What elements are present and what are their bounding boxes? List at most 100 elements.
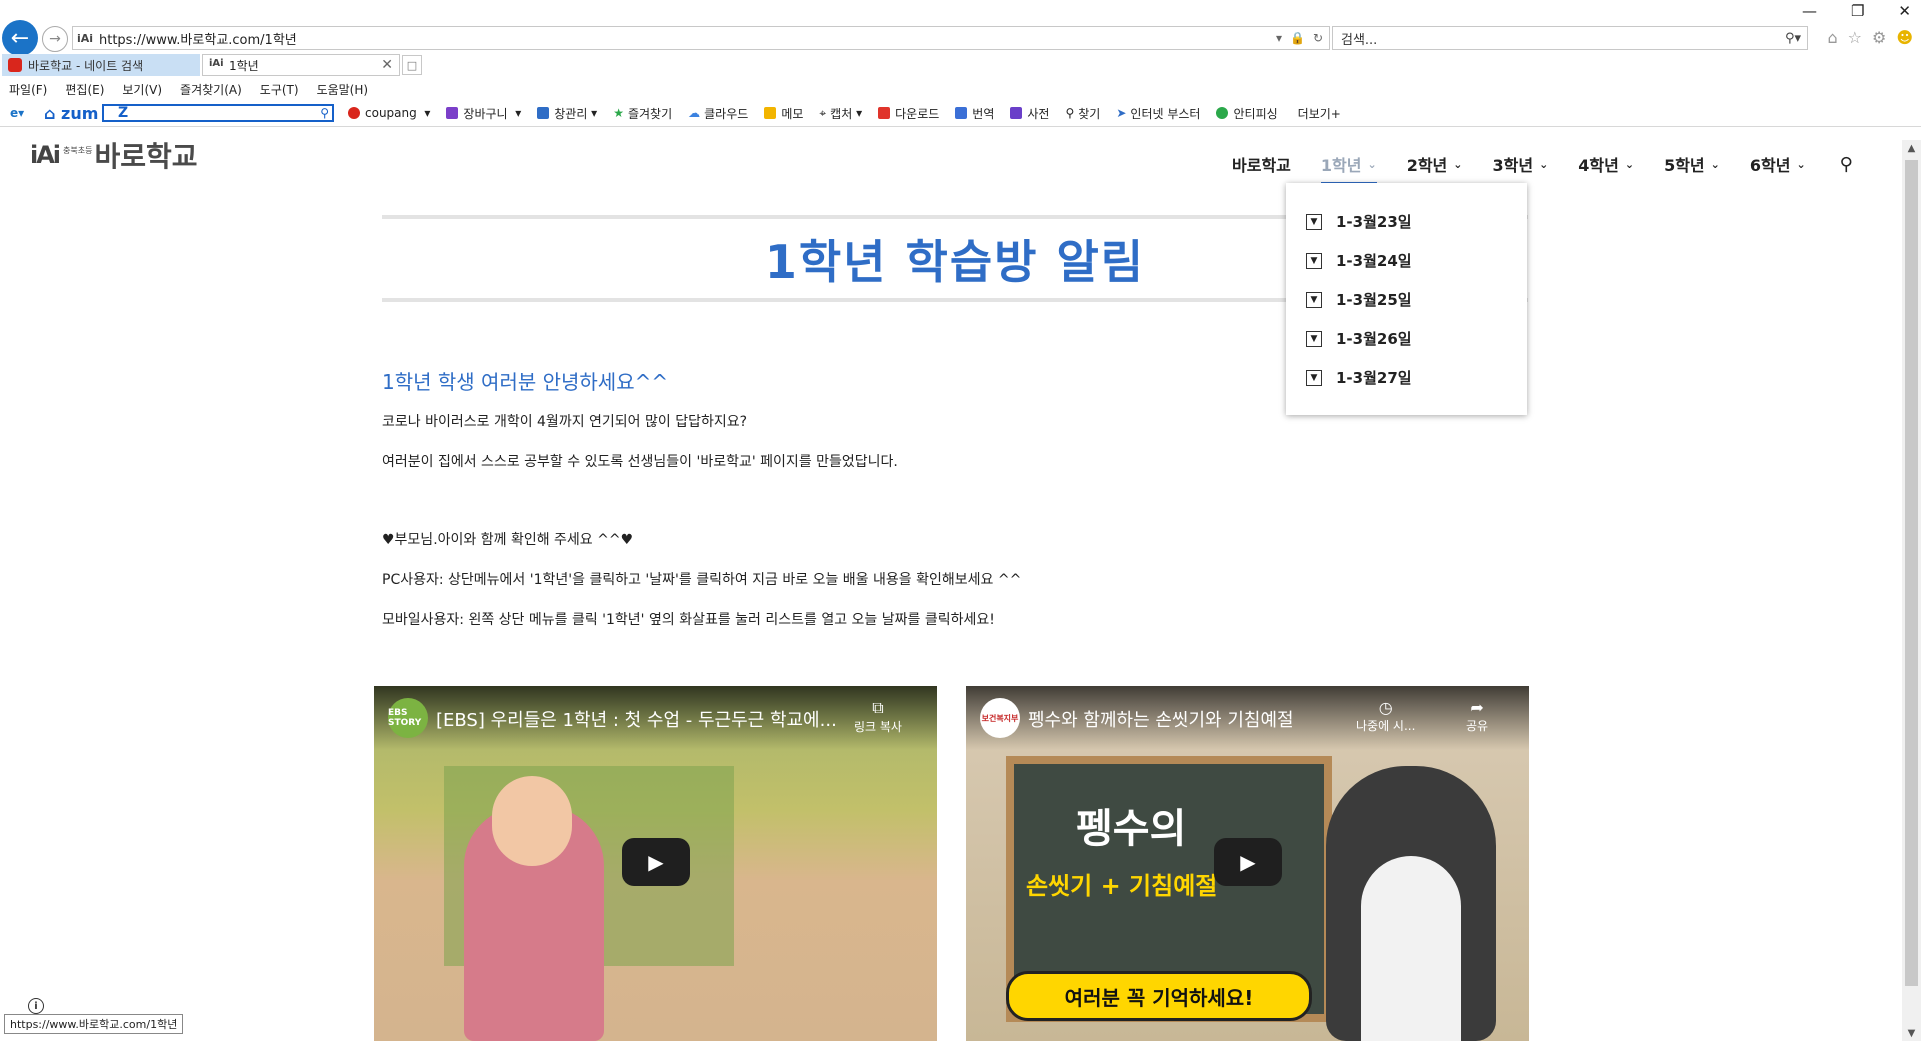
smiley-icon[interactable]: ☻	[1896, 28, 1913, 47]
chevron-down-icon: ⌄	[1710, 157, 1720, 171]
video-title[interactable]: [EBS] 우리들은 1학년 : 첫 수업 - 두근두근 학교에...	[436, 706, 837, 732]
nav-grade3[interactable]: 3학년 ⌄	[1492, 152, 1548, 176]
menu-file[interactable]: 파일(F)	[0, 81, 56, 98]
scroll-down-icon[interactable]: ▼	[1902, 1025, 1921, 1041]
channel-avatar[interactable]: EBS STORY	[388, 698, 428, 738]
toolbar-label: 안티피싱	[1233, 106, 1278, 121]
video-pengsoo-handwashing[interactable]: 펭수의 손씻기 + 기침예절 여러분 꼭 기억하세요! 보건복지부 펭수와 함께…	[966, 686, 1529, 1041]
tab-close-icon[interactable]: ✕	[381, 57, 393, 73]
refresh-icon[interactable]: ↻	[1313, 31, 1323, 45]
page-scrollbar[interactable]: ▲ ▼	[1902, 140, 1921, 1041]
scroll-up-icon[interactable]: ▲	[1902, 140, 1921, 156]
dropdown-label: 1-3월27일	[1336, 369, 1412, 387]
nav-label: 6학년	[1749, 156, 1791, 175]
toolbar-window-manager[interactable]: 창관리 ▾	[537, 105, 597, 122]
dropdown-item-0323[interactable]: ▼ 1-3월23일	[1306, 211, 1412, 232]
tab-label: 1학년	[229, 58, 259, 73]
expand-icon[interactable]: ▼	[1306, 252, 1322, 269]
restore-icon[interactable]: ❐	[1851, 2, 1864, 20]
favorites-star-icon[interactable]: ☆	[1848, 28, 1862, 47]
site-logo[interactable]: iAi 충북초등 바로학교	[30, 135, 198, 175]
ie-logo-icon[interactable]: e▾	[10, 106, 40, 120]
nav-grade2[interactable]: 2학년 ⌄	[1407, 152, 1463, 176]
zum-home-button[interactable]: ⌂ zum	[44, 104, 102, 123]
dropdown-icon[interactable]: ▾	[1276, 31, 1282, 45]
tab-nate-search[interactable]: 바로학교 - 네이트 검색	[2, 54, 200, 76]
search-placeholder: 검색...	[1341, 32, 1378, 48]
nav-grade4[interactable]: 4학년 ⌄	[1578, 152, 1634, 176]
menu-help[interactable]: 도움말(H)	[308, 81, 378, 98]
play-button[interactable]: ▶	[622, 838, 690, 886]
toolbar-capture[interactable]: ⌖ 캡처 ▾	[819, 105, 862, 122]
nav-grade6[interactable]: 6학년 ⌄	[1750, 152, 1806, 176]
home-icon[interactable]: ⌂	[1827, 28, 1837, 47]
minimize-icon[interactable]: —	[1802, 2, 1817, 20]
toolbar-more[interactable]: 더보기+	[1298, 105, 1341, 122]
menu-tools[interactable]: 도구(T)	[251, 81, 308, 98]
video-ebs-first-class[interactable]: EBS STORY [EBS] 우리들은 1학년 : 첫 수업 - 두근두근 학…	[374, 686, 937, 1041]
expand-icon[interactable]: ▼	[1306, 330, 1322, 347]
back-button[interactable]: ←	[2, 20, 38, 56]
close-icon[interactable]: ✕	[1898, 2, 1911, 20]
nav-label: 3학년	[1492, 156, 1534, 175]
coupang-icon	[348, 107, 360, 119]
nav-label: 1학년	[1320, 156, 1362, 175]
tab-grade1[interactable]: iAi 1학년 ✕	[202, 54, 400, 76]
new-tab-icon: □	[406, 58, 418, 72]
video-title[interactable]: 펭수와 함께하는 손씻기와 기침예절	[1028, 706, 1294, 732]
zum-toolbar: e▾ ⌂ zum Z ⚲ coupang ▾ 장바구니 ▾ 창관리 ▾ ★ 즐겨찾…	[0, 101, 1921, 125]
expand-icon[interactable]: ▼	[1306, 291, 1322, 308]
window-controls: — ❐ ✕	[1802, 2, 1911, 20]
address-bar[interactable]: iAi https://www.바로학교.com/1학년 ▾ 🔒 ↻	[72, 26, 1330, 50]
toolbar-cloud[interactable]: ☁ 클라우드	[688, 105, 748, 122]
dropdown-label: 1-3월25일	[1336, 291, 1412, 309]
copy-icon: ⧉	[872, 698, 884, 717]
nav-label: 4학년	[1578, 156, 1619, 175]
toolbar-coupang[interactable]: coupang ▾	[348, 106, 430, 120]
expand-icon[interactable]: ▼	[1306, 369, 1322, 386]
toolbar-download[interactable]: 다운로드	[878, 105, 939, 122]
toolbar-booster[interactable]: ➤ 인터넷 부스터	[1116, 105, 1200, 122]
zum-search-input[interactable]: Z ⚲	[102, 104, 334, 122]
lock-icon[interactable]: 🔒	[1290, 31, 1305, 45]
toolbar-memo[interactable]: 메모	[764, 105, 803, 122]
info-icon[interactable]: i	[28, 998, 44, 1014]
dropdown-item-0326[interactable]: ▼ 1-3월26일	[1306, 328, 1412, 349]
toolbar-label: 장바구니	[463, 106, 508, 121]
toolbar-label: 사전	[1027, 106, 1050, 121]
menu-edit[interactable]: 편집(E)	[56, 81, 113, 98]
cloud-icon: ☁	[688, 106, 701, 120]
play-button[interactable]: ▶	[1214, 838, 1282, 886]
menu-view[interactable]: 보기(V)	[113, 81, 171, 98]
new-tab-button[interactable]: □	[402, 55, 422, 75]
nav-baro-school[interactable]: 바로학교	[1232, 152, 1291, 176]
site-search-icon[interactable]: ⚲	[1840, 154, 1853, 175]
channel-avatar[interactable]: 보건복지부	[980, 698, 1020, 738]
toolbar-dictionary[interactable]: 사전	[1010, 105, 1049, 122]
gear-icon[interactable]: ⚙	[1872, 28, 1886, 47]
toolbar-translate[interactable]: 번역	[955, 105, 994, 122]
dropdown-item-0324[interactable]: ▼ 1-3월24일	[1306, 250, 1412, 271]
toolbar-find[interactable]: ⚲ 찾기	[1065, 105, 1100, 122]
address-row: ← → iAi https://www.바로학교.com/1학년 ▾ 🔒 ↻ 검…	[0, 0, 1921, 56]
nav-grade5[interactable]: 5학년 ⌄	[1664, 152, 1720, 176]
copy-link-button[interactable]: ⧉ 링크 복사	[854, 698, 902, 735]
dropdown-item-0327[interactable]: ▼ 1-3월27일	[1306, 367, 1412, 388]
search-icon[interactable]: ⚲▾	[1785, 31, 1801, 46]
watch-later-button[interactable]: ◷ 나중에 시...	[1356, 698, 1415, 734]
scroll-thumb[interactable]	[1905, 160, 1918, 986]
toolbar-favorites[interactable]: ★ 즐겨찾기	[613, 105, 672, 122]
expand-icon[interactable]: ▼	[1306, 213, 1322, 230]
forward-button[interactable]: →	[42, 26, 68, 52]
toolbar-cart[interactable]: 장바구니 ▾	[446, 105, 521, 122]
dropdown-label: 1-3월24일	[1336, 252, 1412, 270]
nav-grade1[interactable]: 1학년 ⌄	[1320, 152, 1377, 185]
toolbar-antiphishing[interactable]: 안티피싱	[1216, 105, 1278, 122]
share-button[interactable]: ➦ 공유	[1466, 698, 1488, 734]
search-icon[interactable]: ⚲	[320, 106, 329, 120]
dropdown-item-0325[interactable]: ▼ 1-3월25일	[1306, 289, 1412, 310]
browser-search-input[interactable]: 검색... ⚲▾	[1332, 26, 1808, 50]
menu-favorites[interactable]: 즐겨찾기(A)	[171, 81, 251, 98]
dropdown-label: 1-3월23일	[1336, 213, 1412, 231]
